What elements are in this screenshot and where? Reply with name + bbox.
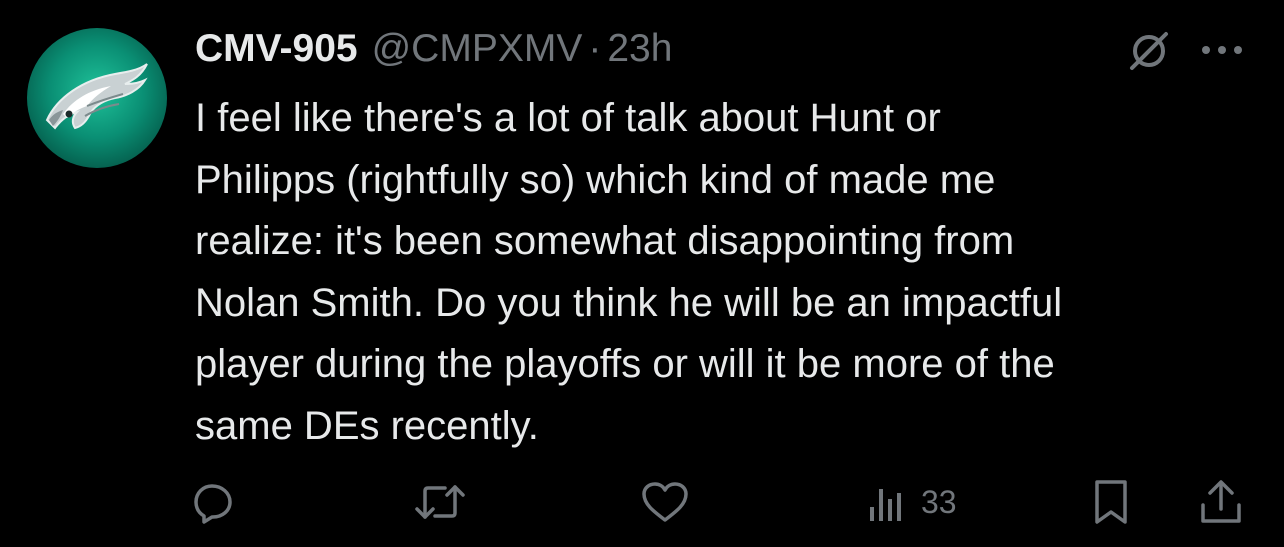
timestamp[interactable]: 23h	[607, 24, 672, 74]
more-options-icon[interactable]	[1196, 32, 1248, 68]
eagle-logo-icon	[45, 63, 148, 130]
heart-icon	[642, 482, 688, 522]
avatar[interactable]	[27, 28, 167, 168]
tweet-header: CMV-905 @CMPXMV · 23h	[195, 24, 672, 74]
tweet[interactable]: CMV-905 @CMPXMV · 23h I feel like there'…	[0, 0, 1284, 547]
views-bar-icon	[870, 489, 901, 521]
retweet-button[interactable]	[413, 474, 467, 530]
retweet-icon	[415, 485, 465, 519]
like-button[interactable]	[639, 474, 691, 530]
tweet-actions: 33	[0, 474, 1284, 530]
grok-icon[interactable]	[1126, 28, 1172, 74]
reply-button[interactable]	[190, 474, 236, 530]
display-name[interactable]: CMV-905	[195, 24, 358, 74]
user-handle[interactable]: @CMPXMV	[372, 24, 583, 74]
reply-icon	[194, 484, 232, 524]
share-icon	[1201, 480, 1241, 523]
separator-dot: ·	[588, 27, 602, 70]
views-count: 33	[921, 483, 957, 520]
bookmark-button[interactable]	[1088, 474, 1134, 530]
views-button[interactable]: 33	[865, 474, 957, 530]
share-button[interactable]	[1196, 474, 1246, 530]
bookmark-icon	[1095, 480, 1127, 524]
tweet-text: I feel like there's a lot of talk about …	[195, 96, 1063, 448]
